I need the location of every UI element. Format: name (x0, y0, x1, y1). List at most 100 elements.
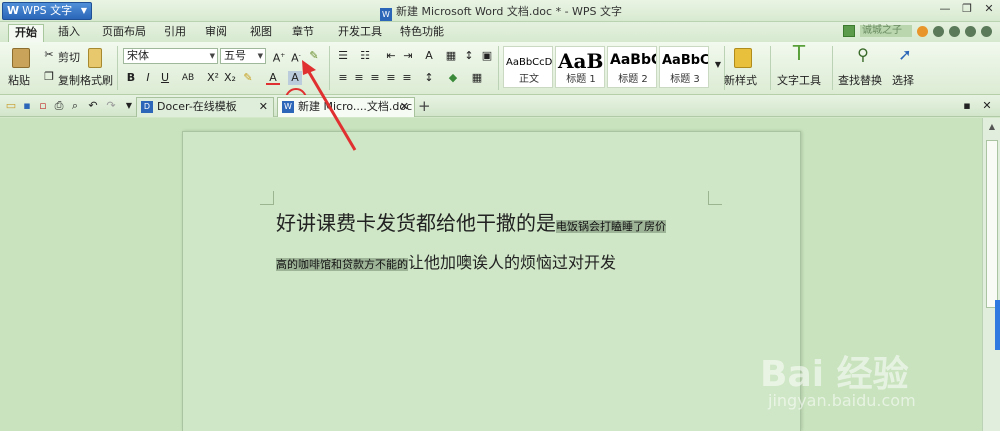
open-folder-icon[interactable]: ▭ (4, 99, 18, 113)
style-heading-1[interactable]: AaBl 标题 1 (555, 46, 605, 88)
side-panel-tab[interactable] (995, 300, 1000, 350)
docer-icon: D (141, 101, 153, 113)
close-document-icon[interactable]: ✕ (980, 99, 994, 113)
chevron-down-icon: ▼ (209, 52, 215, 60)
table-grid-icon[interactable]: ▦ (444, 49, 458, 63)
distribute-icon[interactable]: ≡ (400, 71, 414, 85)
align-center-icon[interactable]: ≡ (352, 71, 366, 85)
superscript-icon[interactable]: X² (206, 71, 220, 85)
avatar[interactable] (843, 25, 855, 37)
subscript-icon[interactable]: X₂ (223, 71, 237, 85)
pdf-icon[interactable]: ▫ (36, 99, 50, 113)
separator (498, 46, 499, 90)
style-heading-2[interactable]: AaBbC 标题 2 (607, 46, 657, 88)
line-spacing-icon[interactable]: ↕ (422, 71, 436, 85)
format-painter-icon[interactable] (88, 48, 102, 68)
underline-icon[interactable]: U (158, 71, 172, 85)
close-icon[interactable]: ✕ (259, 98, 268, 116)
new-style-icon[interactable] (734, 48, 752, 68)
user-name[interactable]: 诚城之子 (860, 25, 912, 37)
collapse-ribbon-icon[interactable] (981, 25, 992, 37)
tab-page-layout[interactable]: 页面布局 (102, 24, 146, 42)
format-painter-button[interactable]: 格式刷 (80, 72, 113, 88)
restore-icon[interactable]: ❐ (960, 2, 974, 15)
redo-icon[interactable]: ↷ (104, 99, 118, 113)
grow-font-icon[interactable]: A+ (272, 49, 286, 65)
customize-toolbar-icon[interactable]: ▼ (122, 99, 136, 113)
borders-icon[interactable]: ▦ (470, 71, 484, 85)
selected-text-line2: 高的咖啡馆和贷款方不能的 (276, 258, 408, 271)
close-icon[interactable]: ✕ (400, 98, 409, 116)
binoculars-icon[interactable]: ⚲ (852, 47, 874, 68)
print-icon[interactable]: ⎙ (52, 99, 66, 113)
doc-tab-docer[interactable]: D Docer-在线模板 ✕ (136, 97, 274, 117)
clear-format-icon[interactable]: ✎ (307, 49, 321, 63)
separator (117, 46, 118, 90)
text-run-line1: 好讲课费卡发货都给他干撒的是 (276, 211, 556, 235)
text-tools-icon[interactable]: T (788, 43, 810, 68)
wps-app-menu-button[interactable]: W WPS 文字 ▼ (2, 2, 92, 20)
shrink-font-icon[interactable]: A- (289, 49, 303, 65)
font-size-select[interactable]: 五号 ▼ (220, 48, 266, 64)
align-right-icon[interactable]: ≡ (368, 71, 382, 85)
italic-icon[interactable]: I (141, 71, 155, 85)
minimize-icon[interactable]: — (938, 2, 952, 15)
bullet-list-icon[interactable]: ☰ (336, 49, 350, 63)
text-tools-button[interactable]: 文字工具 (777, 72, 821, 88)
tab-chapter[interactable]: 章节 (292, 24, 314, 42)
mail-icon[interactable] (917, 25, 928, 37)
document-body-text[interactable]: 好讲课费卡发货都给他干撒的是电饭锅会打瞌睡了房价 高的咖啡馆和贷款方不能的让他加… (276, 205, 716, 283)
find-replace-button[interactable]: 查找替换 (838, 72, 882, 88)
new-tab-button[interactable]: + (418, 97, 431, 115)
close-icon[interactable]: ✕ (982, 2, 996, 15)
shading-icon[interactable]: ◆ (446, 71, 460, 85)
sort-icon[interactable]: ↕ (462, 49, 476, 63)
watermark-brand: Bai 经验 (760, 354, 909, 395)
tab-special-features[interactable]: 特色功能 (400, 24, 444, 42)
print-preview-icon[interactable]: ⌕ (68, 99, 82, 113)
styles-scroll-icon[interactable]: ▼ (711, 58, 725, 72)
doc-tab-active[interactable]: W 新建 Micro....文档.doc * ✕ (277, 97, 415, 131)
increase-indent-icon[interactable]: ⇥ (401, 49, 415, 63)
tab-view[interactable]: 视图 (250, 24, 272, 42)
bold-icon[interactable]: B (124, 71, 138, 85)
font-name-select[interactable]: 宋体 ▼ (123, 48, 218, 64)
numbered-list-icon[interactable]: ☷ (358, 49, 372, 63)
cursor-icon[interactable]: ➚ (898, 47, 912, 63)
new-style-button[interactable]: 新样式 (724, 72, 757, 88)
tab-references[interactable]: 引用 (164, 24, 186, 42)
user-area: 诚城之子 (843, 25, 992, 37)
scroll-thumb[interactable] (986, 140, 998, 308)
copy-button[interactable]: 复制 (58, 72, 80, 88)
save-icon[interactable]: ▪ (20, 99, 34, 113)
paste-icon[interactable] (12, 48, 30, 68)
help-icon[interactable] (949, 25, 960, 37)
tab-list-icon[interactable]: ▪ (960, 99, 974, 113)
highlight-icon[interactable]: ✎ (241, 71, 255, 85)
justify-icon[interactable]: ≡ (384, 71, 398, 85)
align-left-icon[interactable]: ≡ (336, 71, 350, 85)
char-shading-icon[interactable]: A (288, 71, 302, 85)
quick-access-strip (96, 4, 356, 18)
style-heading-3[interactable]: AaBbC 标题 3 (659, 46, 709, 88)
undo-icon[interactable]: ↶ (86, 99, 100, 113)
decrease-indent-icon[interactable]: ⇤ (384, 49, 398, 63)
settings-icon[interactable] (965, 25, 976, 37)
show-marks-icon[interactable]: ▣ (480, 49, 494, 63)
select-button[interactable]: 选择 (892, 72, 914, 88)
tab-start[interactable]: 开始 (8, 24, 44, 42)
tab-insert[interactable]: 插入 (58, 24, 80, 42)
tab-review[interactable]: 审阅 (205, 24, 227, 42)
style-normal[interactable]: AaBbCcDd 正文 (503, 46, 553, 88)
skin-icon[interactable] (933, 25, 944, 37)
chinese-layout-icon[interactable]: A (422, 49, 436, 63)
tab-developer[interactable]: 开发工具 (338, 24, 382, 42)
scissors-icon[interactable]: ✂ (42, 48, 56, 62)
font-size-value: 五号 (224, 49, 246, 62)
paste-button[interactable]: 粘贴 (8, 72, 30, 88)
scroll-up-icon[interactable]: ▲ (986, 122, 998, 134)
strikethrough-icon[interactable]: AB (178, 71, 198, 85)
cut-button[interactable]: 剪切 (58, 49, 80, 65)
copy-icon[interactable]: ❐ (42, 70, 56, 84)
font-color-icon[interactable]: A (266, 71, 280, 85)
